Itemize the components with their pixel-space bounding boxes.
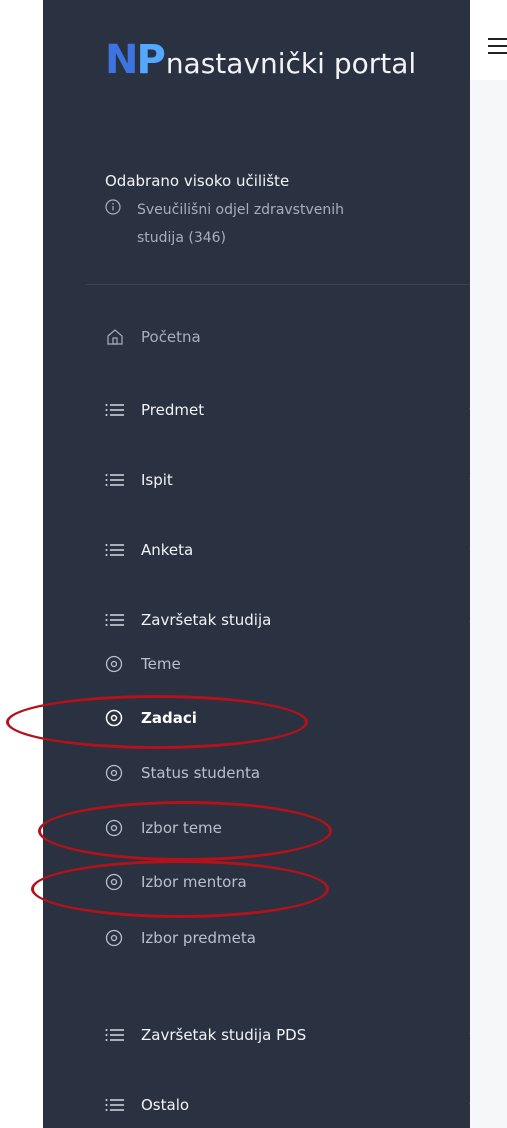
subitem-label: Izbor teme <box>141 819 222 837</box>
main-content-area <box>470 80 507 1128</box>
selected-institution[interactable]: Sveučilišni odjel zdravstvenih studija (… <box>105 196 445 252</box>
institution-section-label: Odabrano visoko učilište <box>105 172 290 190</box>
sidebar-item-label: Ostalo <box>141 1096 190 1114</box>
app-screen: N P nastavnički portal Odabrano visoko u… <box>0 0 507 1128</box>
subitem-label: Izbor predmeta <box>141 929 256 947</box>
sidebar-item-label: Završetak studija PDS <box>141 1026 307 1044</box>
subitem-izbor-predmeta[interactable]: Izbor predmeta <box>105 923 425 953</box>
home-icon <box>105 327 125 347</box>
list-icon <box>105 1095 125 1115</box>
subitem-zadaci[interactable]: Zadaci <box>105 703 425 733</box>
sidebar-item-label: Početna <box>141 328 201 346</box>
subitem-label: Izbor mentora <box>141 873 247 891</box>
logo-n: N <box>105 37 139 83</box>
sidebar-item-label: Anketa <box>141 541 194 559</box>
sidebar-divider <box>86 284 470 285</box>
logo-mark: N P <box>105 37 166 83</box>
subitem-izbor-mentora[interactable]: Izbor mentora <box>105 867 425 897</box>
radio-circle-icon <box>105 873 123 891</box>
radio-circle-icon <box>105 929 123 947</box>
sidebar-item-zavrsetak-studija-pds[interactable]: Završetak studija PDS <box>105 1018 470 1052</box>
sidebar-item-label: Ispit <box>141 471 173 489</box>
subitem-izbor-teme[interactable]: Izbor teme <box>105 813 425 843</box>
sidebar-item-ostalo[interactable]: Ostalo <box>105 1088 470 1122</box>
radio-circle-icon <box>105 764 123 782</box>
list-icon <box>105 540 125 560</box>
sidebar-item-pocetna[interactable]: Početna <box>105 320 470 354</box>
subitem-label: Status studenta <box>141 764 261 782</box>
radio-circle-icon <box>105 655 123 673</box>
subitem-label: Teme <box>141 655 181 673</box>
top-bar <box>470 0 507 81</box>
selected-institution-text: Sveučilišni odjel zdravstvenih studija (… <box>137 202 344 246</box>
list-icon <box>105 610 125 630</box>
app-logo[interactable]: N P nastavnički portal <box>105 30 416 80</box>
sidebar-item-zavrsetak-studija[interactable]: Završetak studija <box>105 603 470 637</box>
list-icon <box>105 1025 125 1045</box>
sidebar-item-label: Završetak studija <box>141 611 272 629</box>
sidebar: N P nastavnički portal Odabrano visoko u… <box>43 0 470 1128</box>
sidebar-item-label: Predmet <box>141 401 205 419</box>
sidebar-item-predmet[interactable]: Predmet <box>105 393 470 427</box>
radio-circle-icon <box>105 819 123 837</box>
radio-circle-icon <box>105 709 123 727</box>
menu-icon[interactable] <box>488 38 507 54</box>
subitem-label: Zadaci <box>141 709 197 727</box>
logo-text: nastavnički portal <box>165 47 417 80</box>
subitem-status-studenta[interactable]: Status studenta <box>105 758 425 788</box>
list-icon <box>105 470 125 490</box>
info-icon <box>105 199 121 215</box>
sidebar-item-anketa[interactable]: Anketa <box>105 533 470 567</box>
list-icon <box>105 400 125 420</box>
logo-p: P <box>136 37 165 83</box>
sidebar-item-ispit[interactable]: Ispit <box>105 463 470 497</box>
subitem-teme[interactable]: Teme <box>105 649 425 679</box>
